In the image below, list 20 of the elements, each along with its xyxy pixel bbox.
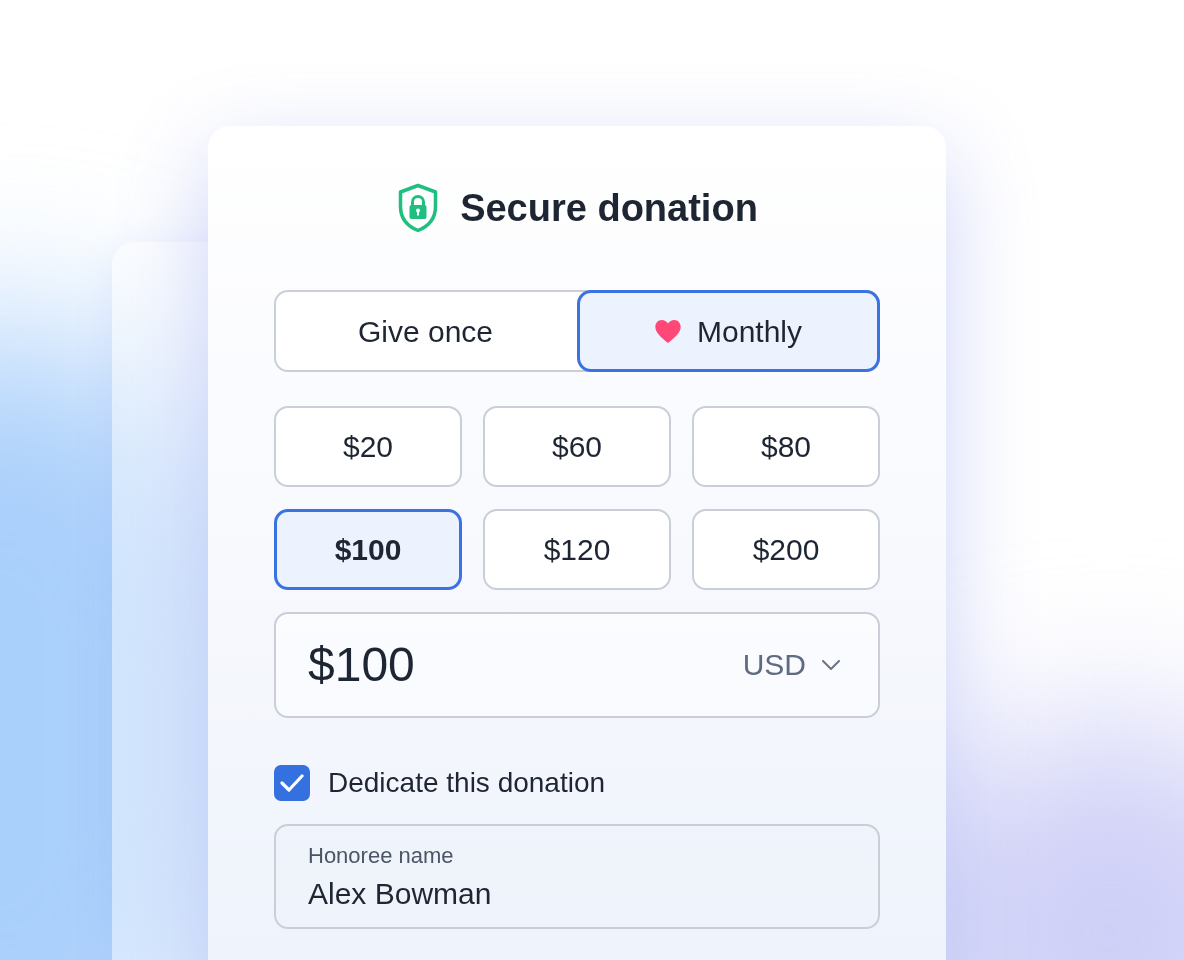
dedicate-checkbox[interactable] (274, 765, 310, 801)
checkbox-label: Dedicate this donation (328, 766, 606, 800)
honoree-field[interactable]: Honoree name Alex Bowman (274, 824, 880, 929)
amount-option[interactable]: $200 (692, 509, 880, 590)
amount-option[interactable]: $100 (274, 509, 462, 590)
frequency-tab[interactable]: Give once (274, 290, 577, 372)
frequency-tab[interactable]: Monthly (577, 290, 880, 372)
amount-option[interactable]: $120 (483, 509, 671, 590)
amount-option[interactable]: $20 (274, 406, 462, 487)
check-icon (280, 774, 304, 792)
field-value: Alex Bowman (308, 878, 493, 909)
card-title: Secure donation (460, 189, 758, 227)
currency-select[interactable]: USD (742, 650, 840, 680)
amount-option[interactable]: $80 (692, 406, 880, 487)
field-label: Honoree name (308, 844, 455, 867)
amount-field[interactable]: $100 USD (274, 612, 880, 718)
chevron-down-icon (822, 660, 840, 670)
amount-value: $100 (308, 641, 415, 689)
amount-option[interactable]: $60 (483, 406, 671, 487)
heart-icon (654, 319, 681, 343)
